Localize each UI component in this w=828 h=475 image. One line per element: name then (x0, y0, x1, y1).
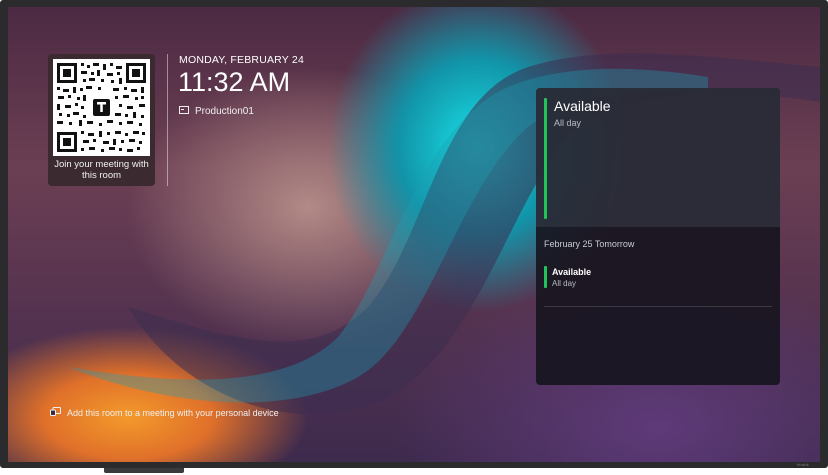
brand-label: Yealink (796, 462, 809, 467)
calendar-panel: Available All day February 25 Tomorrow A… (536, 88, 780, 385)
tomorrow-status-bar (544, 266, 547, 288)
add-room-text: Add this room to a meeting with your per… (67, 407, 279, 418)
today-duration: All day (554, 118, 582, 128)
qr-card[interactable]: Join your meeting with this room (48, 54, 155, 186)
add-room-to-meeting-button[interactable]: Add this room to a meeting with your per… (50, 407, 279, 418)
display-icon (179, 106, 189, 117)
room-name-row: Production01 (179, 106, 254, 117)
tomorrow-status: Available (552, 267, 592, 277)
header-divider (167, 54, 168, 186)
available-status-bar (544, 98, 547, 219)
display-stand (104, 468, 184, 473)
qr-code (53, 59, 150, 156)
current-time: 11:32 AM (178, 67, 291, 97)
today-status: Available (554, 98, 611, 114)
cast-icon (50, 407, 61, 418)
tomorrow-duration: All day (552, 279, 577, 288)
today-availability-card[interactable]: Available All day (536, 88, 780, 227)
room-display-screen: Join your meeting with this room MONDAY,… (8, 7, 820, 462)
tomorrow-header: February 25 Tomorrow (544, 239, 635, 249)
tomorrow-divider (544, 306, 772, 307)
room-name: Production01 (195, 106, 254, 117)
current-date: MONDAY, FEBRUARY 24 (179, 54, 304, 66)
qr-caption: Join your meeting with this room (54, 159, 149, 181)
teams-logo-icon (90, 96, 113, 119)
